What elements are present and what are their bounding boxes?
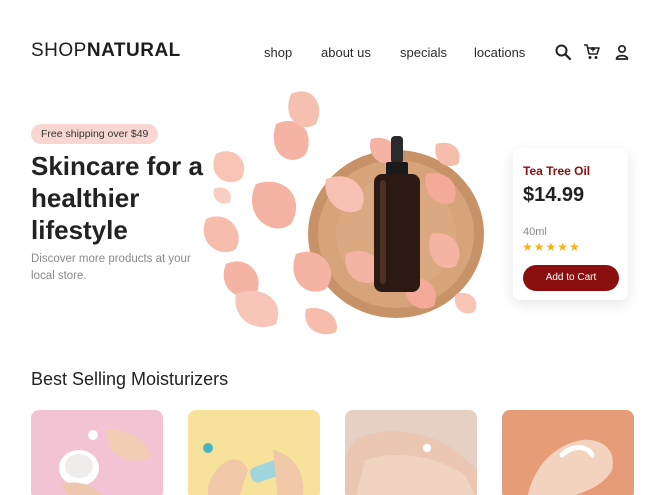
lotion-tube-image	[203, 443, 304, 495]
hero-subtitle: Discover more products at your local sto…	[31, 253, 191, 282]
product-tile[interactable]	[502, 410, 634, 495]
product-tile[interactable]	[188, 410, 320, 495]
section-title: Best Selling Moisturizers	[31, 369, 229, 389]
add-to-cart-button[interactable]: Add to Cart	[523, 265, 619, 291]
nav-link-shop[interactable]: shop	[264, 45, 292, 60]
hero-image	[203, 91, 484, 335]
hand-cream-image	[345, 431, 477, 495]
cart-icon[interactable]	[583, 43, 601, 61]
free-shipping-badge: Free shipping over $49	[31, 124, 159, 144]
nav-link-specials[interactable]: specials	[400, 45, 447, 60]
product-size: 40ml	[523, 226, 547, 238]
nav-link-locations[interactable]: locations	[474, 45, 525, 60]
hand-lotion-image	[528, 439, 613, 495]
product-tile[interactable]	[31, 410, 163, 495]
star-rating: ★★★★★	[522, 240, 581, 254]
moisturizer-jar-image	[59, 429, 151, 495]
product-price: $14.99	[523, 184, 585, 206]
product-tile[interactable]	[345, 410, 477, 495]
user-icon[interactable]	[613, 43, 631, 61]
product-name[interactable]: Tea Tree Oil	[523, 164, 590, 178]
search-icon[interactable]	[554, 43, 572, 61]
nav-link-about-us[interactable]: about us	[321, 45, 371, 60]
product-card: Tea Tree Oil $14.99 40ml ★★★★★ Add to Ca…	[513, 148, 628, 300]
